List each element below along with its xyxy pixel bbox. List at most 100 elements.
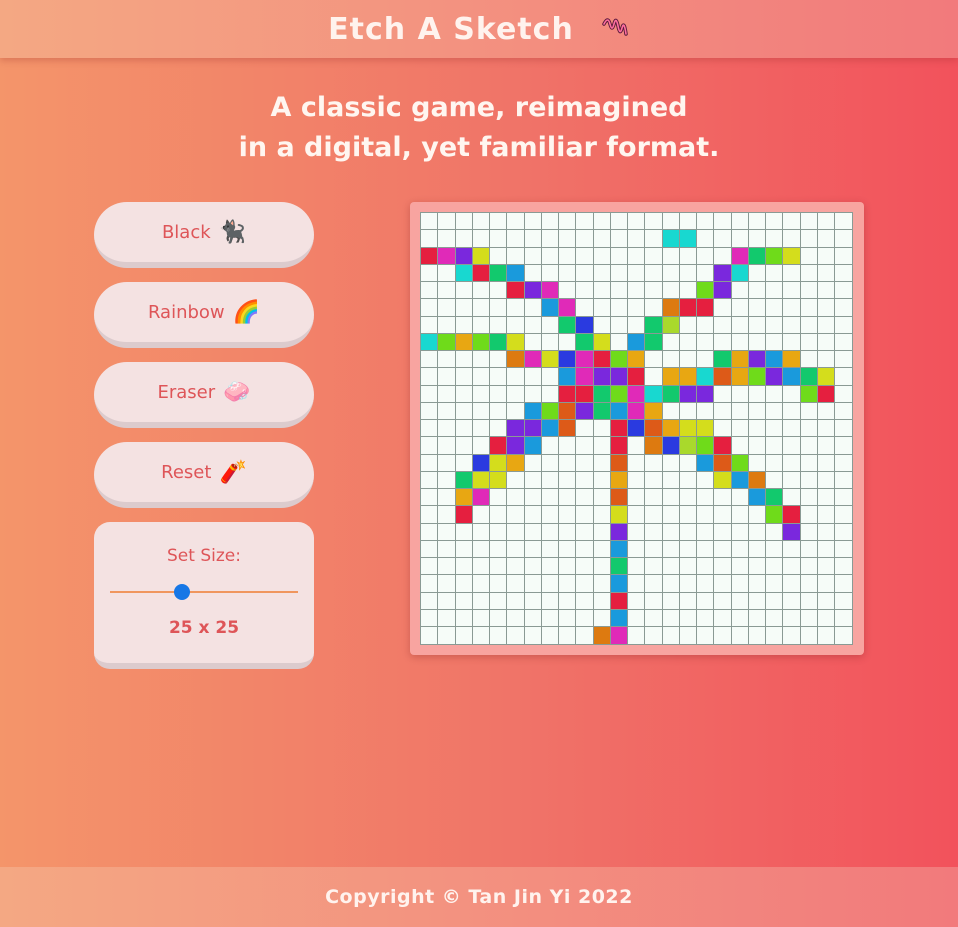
grid-cell[interactable]	[662, 489, 680, 507]
grid-cell[interactable]	[472, 316, 491, 334]
grid-cell[interactable]	[472, 437, 491, 455]
grid-cell[interactable]	[559, 437, 577, 455]
grid-cell[interactable]	[593, 454, 611, 472]
grid-cell[interactable]	[766, 282, 784, 300]
grid-cell[interactable]	[800, 385, 818, 403]
grid-cell[interactable]	[628, 264, 646, 283]
grid-cell[interactable]	[610, 489, 629, 507]
grid-cell[interactable]	[593, 489, 611, 507]
grid-cell[interactable]	[438, 299, 456, 317]
grid-cell[interactable]	[679, 540, 698, 559]
size-slider-track[interactable]	[110, 591, 298, 593]
grid-cell[interactable]	[679, 609, 698, 628]
grid-cell[interactable]	[628, 213, 646, 231]
grid-cell[interactable]	[628, 506, 646, 524]
grid-cell[interactable]	[610, 299, 629, 317]
grid-cell[interactable]	[421, 471, 439, 490]
grid-cell[interactable]	[593, 299, 611, 317]
grid-cell[interactable]	[766, 213, 784, 231]
grid-cell[interactable]	[610, 368, 629, 386]
grid-cell[interactable]	[714, 333, 732, 352]
grid-cell[interactable]	[714, 402, 732, 421]
grid-cell[interactable]	[731, 230, 749, 248]
grid-cell[interactable]	[731, 558, 749, 576]
grid-cell[interactable]	[455, 540, 473, 559]
grid-cell[interactable]	[455, 454, 473, 472]
grid-cell[interactable]	[748, 523, 767, 541]
grid-cell[interactable]	[455, 264, 473, 283]
grid-cell[interactable]	[766, 609, 784, 628]
grid-cell[interactable]	[472, 627, 491, 645]
grid-cell[interactable]	[628, 316, 646, 334]
grid-cell[interactable]	[421, 316, 439, 334]
grid-cell[interactable]	[817, 437, 836, 455]
grid-cell[interactable]	[507, 471, 525, 490]
grid-cell[interactable]	[800, 523, 818, 541]
grid-cell[interactable]	[766, 454, 784, 472]
grid-cell[interactable]	[817, 351, 836, 369]
grid-cell[interactable]	[714, 471, 732, 490]
grid-cell[interactable]	[559, 368, 577, 386]
grid-cell[interactable]	[490, 316, 508, 334]
grid-cell[interactable]	[541, 609, 560, 628]
grid-cell[interactable]	[524, 333, 542, 352]
grid-cell[interactable]	[472, 471, 491, 490]
grid-cell[interactable]	[731, 385, 749, 403]
grid-cell[interactable]	[593, 420, 611, 438]
grid-cell[interactable]	[766, 489, 784, 507]
grid-cell[interactable]	[662, 592, 680, 610]
grid-cell[interactable]	[697, 627, 715, 645]
grid-cell[interactable]	[748, 506, 767, 524]
grid-cell[interactable]	[817, 471, 836, 490]
grid-cell[interactable]	[507, 316, 525, 334]
grid-cell[interactable]	[421, 402, 439, 421]
grid-cell[interactable]	[455, 368, 473, 386]
grid-cell[interactable]	[800, 540, 818, 559]
grid-cell[interactable]	[783, 506, 801, 524]
grid-cell[interactable]	[559, 523, 577, 541]
grid-cell[interactable]	[559, 575, 577, 593]
grid-cell[interactable]	[645, 264, 663, 283]
grid-cell[interactable]	[610, 333, 629, 352]
grid-cell[interactable]	[455, 558, 473, 576]
grid-cell[interactable]	[714, 351, 732, 369]
grid-cell[interactable]	[714, 437, 732, 455]
grid-cell[interactable]	[679, 489, 698, 507]
grid-cell[interactable]	[800, 627, 818, 645]
grid-cell[interactable]	[576, 592, 594, 610]
grid-cell[interactable]	[783, 437, 801, 455]
grid-cell[interactable]	[438, 351, 456, 369]
grid-cell[interactable]	[559, 385, 577, 403]
grid-cell[interactable]	[524, 523, 542, 541]
grid-cell[interactable]	[541, 454, 560, 472]
grid-cell[interactable]	[679, 627, 698, 645]
grid-cell[interactable]	[697, 351, 715, 369]
grid-cell[interactable]	[421, 558, 439, 576]
grid-cell[interactable]	[438, 558, 456, 576]
grid-cell[interactable]	[490, 368, 508, 386]
grid-cell[interactable]	[783, 385, 801, 403]
grid-cell[interactable]	[593, 385, 611, 403]
grid-cell[interactable]	[766, 368, 784, 386]
grid-cell[interactable]	[800, 213, 818, 231]
grid-cell[interactable]	[610, 282, 629, 300]
grid-cell[interactable]	[817, 282, 836, 300]
grid-cell[interactable]	[421, 540, 439, 559]
grid-cell[interactable]	[731, 489, 749, 507]
grid-cell[interactable]	[507, 230, 525, 248]
size-slider-thumb[interactable]	[174, 584, 190, 600]
grid-cell[interactable]	[507, 540, 525, 559]
grid-cell[interactable]	[593, 506, 611, 524]
grid-cell[interactable]	[524, 351, 542, 369]
grid-cell[interactable]	[438, 437, 456, 455]
black-mode-button[interactable]: Black 🐈‍⬛	[94, 202, 314, 268]
grid-cell[interactable]	[455, 385, 473, 403]
grid-cell[interactable]	[490, 282, 508, 300]
grid-cell[interactable]	[731, 506, 749, 524]
grid-cell[interactable]	[783, 609, 801, 628]
grid-cell[interactable]	[490, 230, 508, 248]
grid-cell[interactable]	[610, 592, 629, 610]
grid-cell[interactable]	[835, 402, 853, 421]
grid-cell[interactable]	[731, 333, 749, 352]
grid-cell[interactable]	[490, 299, 508, 317]
